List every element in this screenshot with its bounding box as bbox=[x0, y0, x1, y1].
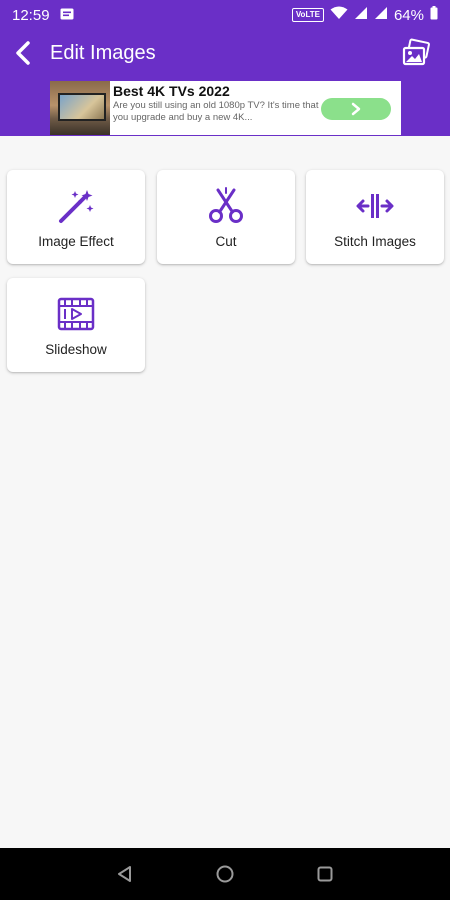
nav-home-button[interactable] bbox=[210, 859, 240, 889]
app-bar: Edit Images Best 4K TVs 2022 Are you sti… bbox=[0, 30, 450, 136]
stitch-images-card[interactable]: Stitch Images bbox=[306, 170, 444, 264]
image-effect-label: Image Effect bbox=[38, 234, 114, 249]
cut-label: Cut bbox=[215, 234, 237, 249]
ad-thumbnail bbox=[50, 81, 110, 135]
back-triangle-icon bbox=[118, 866, 131, 882]
gallery-icon bbox=[402, 38, 430, 66]
home-circle-icon bbox=[216, 865, 234, 883]
system-nav-bar bbox=[0, 848, 450, 900]
signal-icon bbox=[374, 6, 388, 24]
battery-text: 64% bbox=[393, 6, 424, 24]
nav-back-button[interactable] bbox=[110, 859, 140, 889]
ad-banner[interactable]: Best 4K TVs 2022 Are you still using an … bbox=[50, 81, 401, 135]
slideshow-card[interactable]: Slideshow bbox=[7, 278, 145, 372]
wifi-icon bbox=[330, 6, 348, 24]
image-effect-card[interactable]: Image Effect bbox=[7, 170, 145, 264]
page-title: Edit Images bbox=[50, 42, 156, 64]
stitch-images-label: Stitch Images bbox=[334, 234, 416, 249]
film-play-icon bbox=[57, 297, 95, 331]
status-time: 12:59 bbox=[12, 6, 50, 24]
ad-title: Best 4K TVs 2022 bbox=[113, 83, 230, 99]
recents-square-icon bbox=[317, 866, 333, 882]
signal-icon bbox=[354, 6, 368, 24]
scissors-icon bbox=[209, 187, 243, 223]
gallery-button[interactable] bbox=[400, 38, 432, 70]
slideshow-label: Slideshow bbox=[45, 342, 107, 357]
ad-cta-button[interactable] bbox=[321, 98, 391, 120]
message-icon bbox=[60, 7, 74, 24]
nav-recents-button[interactable] bbox=[310, 859, 340, 889]
cut-card[interactable]: Cut bbox=[157, 170, 295, 264]
chevron-right-icon bbox=[351, 102, 361, 116]
back-button[interactable] bbox=[8, 38, 38, 68]
status-bar: 12:59 VoLTE 64% bbox=[0, 0, 450, 30]
back-arrow-icon bbox=[16, 41, 30, 65]
stitch-arrows-icon bbox=[356, 194, 394, 218]
magic-wand-icon bbox=[59, 190, 94, 223]
battery-icon bbox=[430, 6, 438, 24]
ad-description: Are you still using an old 1080p TV? It'… bbox=[113, 100, 319, 123]
volte-badge: VoLTE bbox=[291, 8, 324, 22]
